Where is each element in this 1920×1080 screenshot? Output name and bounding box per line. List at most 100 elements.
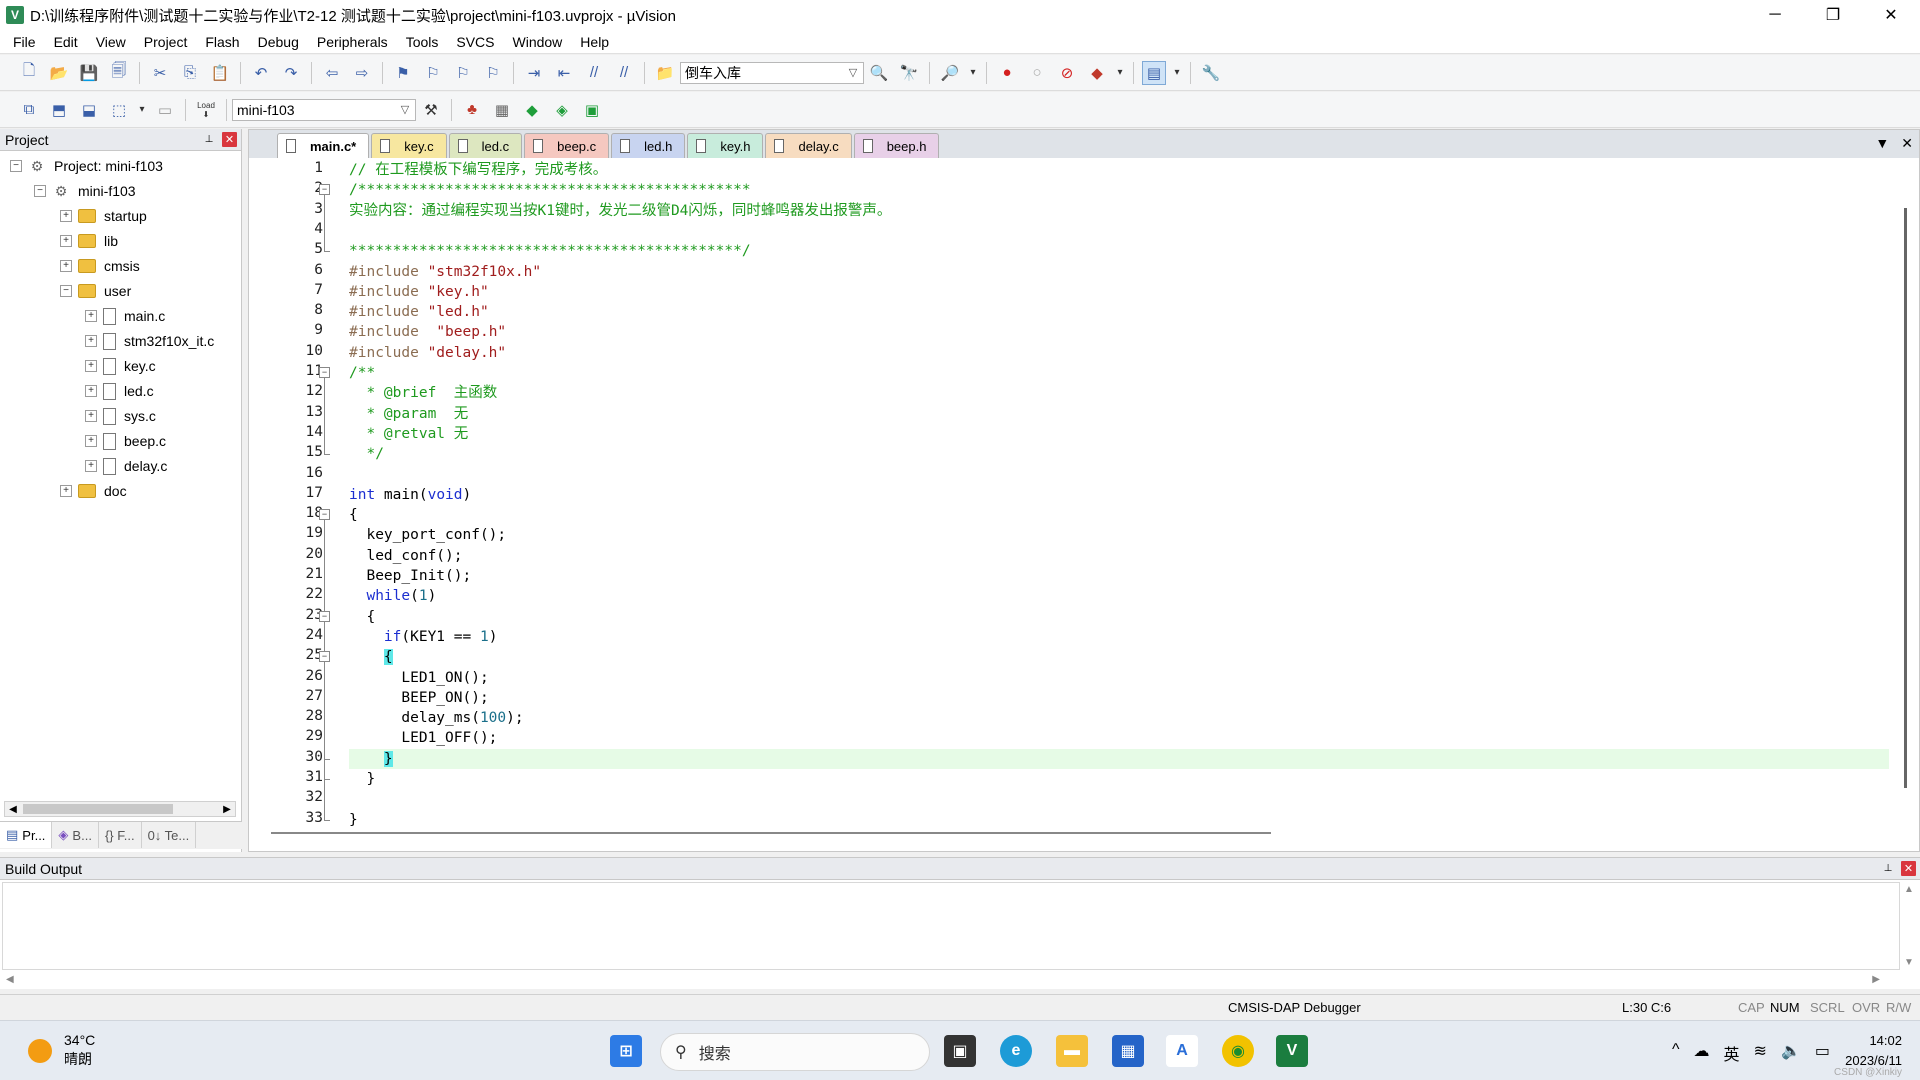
code-line[interactable]: key_port_conf(); [349,525,506,545]
tree-file-delay-c[interactable]: + delay.c [85,455,167,477]
taskbar-search[interactable]: ⚲ 搜索 [660,1033,930,1071]
code-line[interactable]: LED1_ON(); [349,668,488,688]
tree-group-lib[interactable]: + lib [60,230,118,252]
paste-icon[interactable]: 📋 [208,61,232,85]
fold-toggle-icon[interactable]: − [319,367,330,378]
kill-all-breakpoints-icon[interactable]: ◆ [1085,61,1109,85]
menu-svcs[interactable]: SVCS [447,30,503,54]
editor-horizontal-scrollbar[interactable] [271,830,1851,836]
build-icon[interactable]: ⬒ [47,98,71,122]
tree-group-user[interactable]: − user [60,280,131,302]
cut-icon[interactable]: ✂ [148,61,172,85]
scrollbar-thumb[interactable] [23,804,173,814]
navigate-back-icon[interactable]: ⇦ [320,61,344,85]
scroll-up-icon[interactable]: ▲ [1904,884,1914,895]
translate-icon[interactable]: ⧉ [17,98,41,122]
code-line[interactable]: // 在工程模板下编写程序，完成考核。 [349,160,607,180]
stop-build-icon[interactable]: ▭ [153,98,177,122]
menu-window[interactable]: Window [504,30,572,54]
fold-toggle-icon[interactable]: − [319,651,330,663]
code-line[interactable]: } [349,769,375,789]
pack-installer-icon[interactable]: ▣ [580,98,604,122]
select-packs-icon[interactable]: ◈ [550,98,574,122]
expand-icon[interactable]: + [60,485,72,497]
close-button[interactable]: ✕ [1862,0,1920,30]
disable-all-breakpoints-icon[interactable]: ⊘ [1055,61,1079,85]
maximize-button[interactable]: ❐ [1804,0,1862,30]
weather-sun-icon[interactable] [28,1039,52,1063]
minimize-button[interactable]: ─ [1746,0,1804,30]
tree-horizontal-scrollbar[interactable]: ◀ ▶ [4,801,236,817]
expand-icon[interactable]: + [85,360,97,372]
code-line[interactable]: int main(void) [349,485,471,505]
fold-toggle-icon[interactable]: − [319,184,330,196]
code-line[interactable]: * @brief 主函数 [349,383,497,403]
volume-icon[interactable]: 🔈 [1781,1041,1801,1065]
tree-target[interactable]: − ⚙ mini-f103 [34,180,136,202]
dropdown-arrow-icon[interactable]: ▾ [137,98,147,122]
target-options-icon[interactable]: ⚒ [419,98,443,122]
expand-icon[interactable]: + [60,235,72,247]
navigate-forward-icon[interactable]: ⇨ [350,61,374,85]
menu-tools[interactable]: Tools [397,30,448,54]
microsoft-store-icon[interactable]: ▦ [1112,1035,1144,1067]
pin-icon[interactable]: ⊥ [200,131,218,149]
expand-icon[interactable]: + [60,260,72,272]
rebuild-icon[interactable]: ⬓ [77,98,101,122]
uvision-taskbar-icon[interactable]: V [1276,1035,1308,1067]
dropdown-arrow-icon[interactable]: ▾ [1115,61,1125,85]
build-output-horizontal-scrollbar[interactable]: ◀ ▶ [2,972,1900,988]
build-output-vertical-scrollbar[interactable]: ▲ ▼ [1902,882,1918,970]
code-line[interactable]: */ [349,444,383,464]
download-load-icon[interactable]: Load ⬇ [194,98,218,122]
code-line[interactable]: while(1) [349,586,436,606]
code-line[interactable]: /** [349,363,375,383]
build-output-text[interactable] [2,882,1900,970]
code-line[interactable]: } [349,810,358,830]
tree-group-startup[interactable]: + startup [60,205,147,227]
pin-icon[interactable]: ⊥ [1879,860,1897,878]
tree-file-sys-c[interactable]: + sys.c [85,405,156,427]
chrome-like-icon[interactable]: ◉ [1222,1035,1254,1067]
editor-tab[interactable]: beep.c [524,133,610,158]
menu-flash[interactable]: Flash [196,30,248,54]
close-panel-icon[interactable]: ✕ [222,132,237,147]
code-line[interactable]: #include "key.h" [349,282,489,302]
app-a-icon[interactable]: A [1166,1035,1198,1067]
fold-toggle-icon[interactable]: − [319,509,330,521]
comment-icon[interactable]: // [582,61,606,85]
ime-indicator[interactable]: 英 [1724,1041,1740,1065]
undo-icon[interactable]: ↶ [249,61,273,85]
uncomment-icon[interactable]: // [612,61,636,85]
dropdown-arrow-icon[interactable]: ▾ [1172,61,1182,85]
weather-widget[interactable]: 34°C 晴朗 [64,1031,95,1069]
unindent-icon[interactable]: ⇤ [552,61,576,85]
scroll-left-icon[interactable]: ◀ [6,974,14,985]
scroll-right-icon[interactable]: ▶ [219,802,235,816]
tree-file-stm32f10x-it-c[interactable]: + stm32f10x_it.c [85,330,214,352]
collapse-icon[interactable]: − [10,160,22,172]
code-line[interactable]: 实验内容：通过编程实现当按K1键时，发光二级管D4闪烁，同时蜂鸣器发出报警声。 [349,201,891,221]
tray-chevron-up-icon[interactable]: ^ [1672,1041,1680,1065]
scroll-left-icon[interactable]: ◀ [5,802,21,816]
file-extensions-icon[interactable]: ▦ [490,98,514,122]
code-line[interactable]: #include "led.h" [349,302,489,322]
code-line[interactable]: LED1_OFF(); [349,728,497,748]
close-panel-icon[interactable]: ✕ [1901,861,1916,876]
code-line[interactable]: { [349,647,393,667]
tab-books[interactable]: ◈ B... [52,822,99,848]
copy-icon[interactable]: ⎘ [178,61,202,85]
menu-view[interactable]: View [87,30,135,54]
chevron-down-icon[interactable]: ▽ [845,65,861,81]
editor-tab[interactable]: key.c [371,133,447,158]
code-line[interactable]: * @param 无 [349,404,468,424]
code-line[interactable]: Beep_Init(); [349,566,471,586]
task-view-icon[interactable]: ▣ [944,1035,976,1067]
prev-bookmark-icon[interactable]: ⚐ [421,61,445,85]
manage-project-items-icon[interactable]: ♣ [460,98,484,122]
collapse-icon[interactable]: − [60,285,72,297]
editor-tab[interactable]: led.c [448,133,523,158]
dropdown-arrow-icon[interactable]: ▾ [968,61,978,85]
clear-bookmarks-icon[interactable]: ⚐ [481,61,505,85]
debug-session-icon[interactable]: 🔎 [938,61,962,85]
